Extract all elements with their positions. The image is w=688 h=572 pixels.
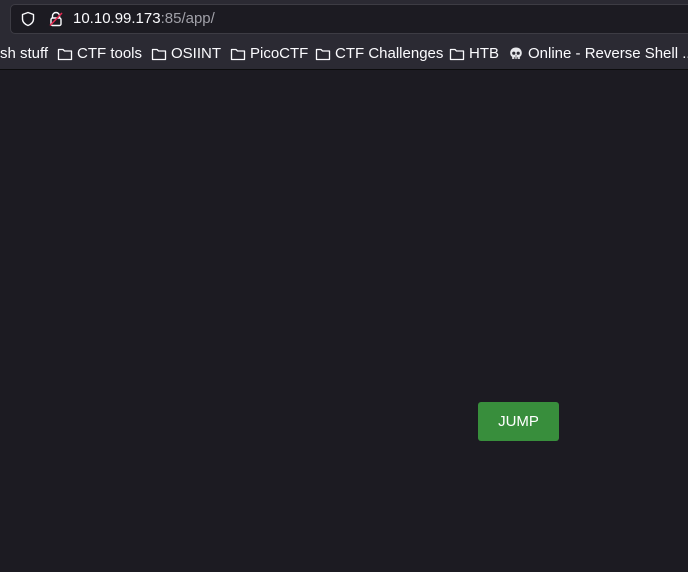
jump-button[interactable]: JUMP <box>478 402 559 441</box>
shield-icon[interactable] <box>20 11 36 27</box>
url-path: :85/app/ <box>160 10 215 27</box>
skull-icon <box>510 47 522 59</box>
bookmark-label: sh stuff <box>0 45 49 62</box>
folder-icon <box>230 48 246 61</box>
url-host: 10.10.99.173 <box>73 10 161 27</box>
url-text[interactable]: 10.10.99.173:85/app/ <box>73 10 215 28</box>
bookmark-label: HTB <box>469 45 499 62</box>
bookmark-label: CTF tools <box>77 45 143 62</box>
address-bar[interactable]: 10.10.99.173:85/app/ <box>10 4 688 34</box>
page-content: JUMP <box>0 70 688 572</box>
folder-icon <box>57 48 73 61</box>
bookmark-label: Online - Reverse Shell ... <box>528 45 688 62</box>
bookmark-label: PicoCTF <box>250 45 309 62</box>
insecure-lock-icon[interactable] <box>48 11 64 27</box>
folder-icon <box>151 48 167 61</box>
folder-icon <box>315 48 331 61</box>
bookmark-label: CTF Challenges <box>335 45 444 62</box>
folder-icon <box>449 48 465 61</box>
bookmarks-toolbar: sh stuff CTF tools OSIINT PicoCTF CTF Ch… <box>0 38 688 70</box>
browser-toolbar: 10.10.99.173:85/app/ <box>0 0 688 38</box>
bookmark-label: OSIINT <box>171 45 222 62</box>
